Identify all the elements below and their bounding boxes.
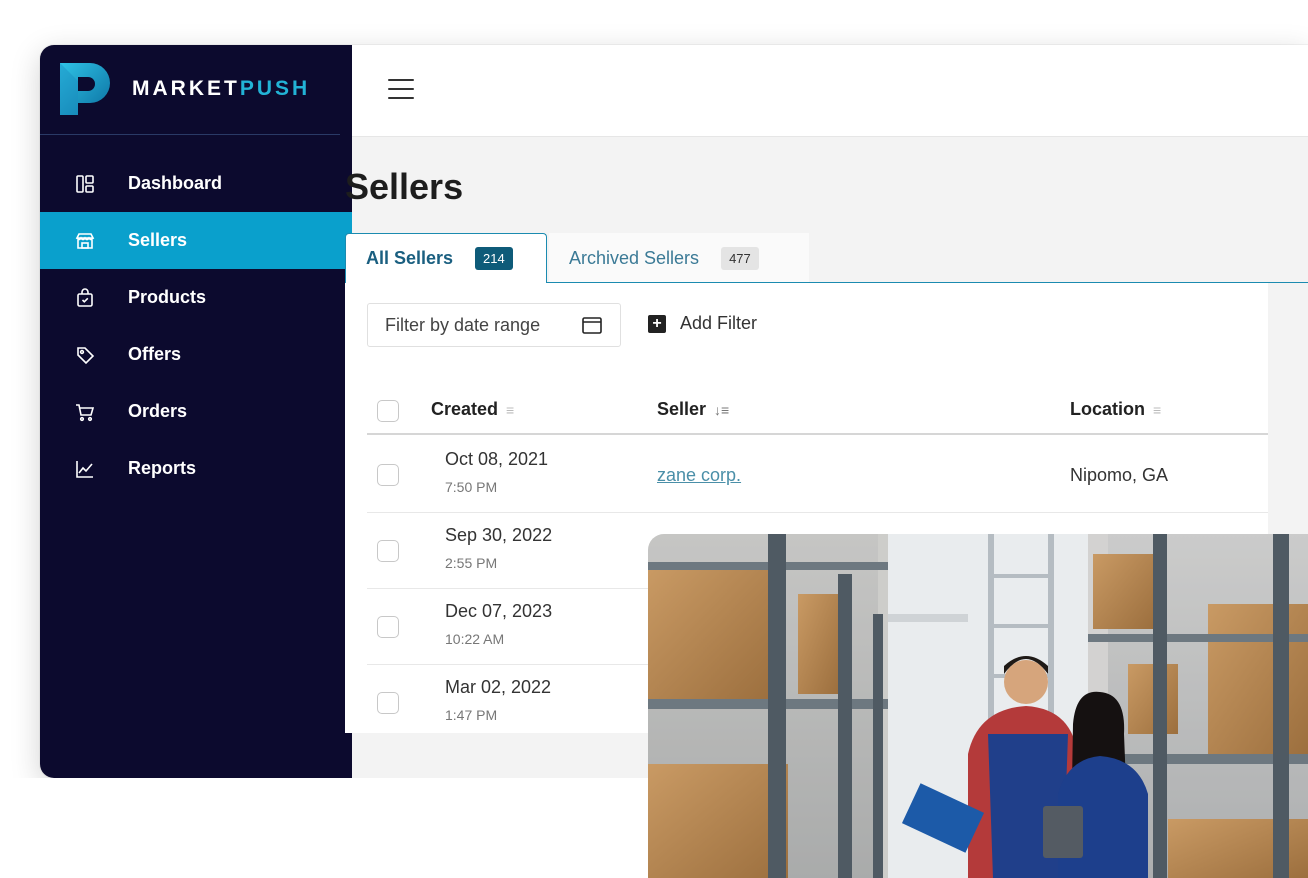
sidebar-item-label: Reports xyxy=(128,458,197,478)
created-date: Mar 02, 2022 xyxy=(445,677,552,697)
table-header: Created ≡ Seller ↓≡ Location ≡ xyxy=(367,387,1268,435)
created-date: Oct 08, 2021 xyxy=(445,449,549,469)
sort-ascending-icon: ↓≡ xyxy=(714,401,730,418)
column-header-created[interactable]: Created ≡ xyxy=(431,399,514,420)
brand-name: MARKETPUSH xyxy=(132,77,311,100)
sidebar-item-label: Offers xyxy=(128,344,182,364)
sort-icon: ≡ xyxy=(506,401,515,418)
column-header-location[interactable]: Location ≡ xyxy=(1070,399,1161,420)
table-row[interactable]: Oct 08, 2021 7:50 PM zane corp. Nipomo, … xyxy=(367,437,1268,513)
calendar-icon xyxy=(582,317,602,334)
created-date: Dec 07, 2023 xyxy=(445,601,553,621)
row-checkbox[interactable] xyxy=(377,692,399,714)
sidebar-item-orders[interactable]: Orders xyxy=(40,383,352,440)
chart-icon xyxy=(74,458,96,480)
top-bar xyxy=(352,45,1308,137)
brand-header: MARKETPUSH xyxy=(40,45,352,135)
sidebar-item-dashboard[interactable]: Dashboard xyxy=(40,155,352,212)
sidebar-item-label: Products xyxy=(128,287,207,307)
warehouse-photo xyxy=(648,534,1308,878)
sidebar-item-label: Orders xyxy=(128,401,188,421)
column-header-seller[interactable]: Seller ↓≡ xyxy=(657,399,729,420)
tab-label: Archived Sellers xyxy=(569,247,700,268)
date-range-filter[interactable]: Filter by date range xyxy=(367,303,621,347)
row-checkbox[interactable] xyxy=(377,540,399,562)
created-time: 2:55 PM xyxy=(445,555,498,571)
tab-archived-sellers[interactable]: Archived Sellers 477 xyxy=(549,233,809,283)
count-badge: 477 xyxy=(721,246,759,270)
row-checkbox[interactable] xyxy=(377,616,399,638)
row-checkbox[interactable] xyxy=(377,464,399,486)
store-icon xyxy=(74,230,96,252)
sidebar-item-products[interactable]: Products xyxy=(40,269,352,326)
sidebar-item-label: Dashboard xyxy=(128,173,223,193)
date-range-placeholder: Filter by date range xyxy=(385,314,541,335)
created-time: 1:47 PM xyxy=(445,707,498,723)
marketpush-logo-icon xyxy=(60,63,110,115)
sidebar: MARKETPUSH Dashboard Sellers Products Of… xyxy=(40,45,352,778)
sidebar-nav: Dashboard Sellers Products Offers Orders… xyxy=(40,155,352,497)
add-filter-button[interactable]: + Add Filter xyxy=(648,313,757,334)
tab-bar: Archived Sellers 477 All Sellers 214 xyxy=(345,233,1308,283)
sidebar-item-reports[interactable]: Reports xyxy=(40,440,352,497)
tab-label: All Sellers xyxy=(366,248,454,268)
add-filter-label: Add Filter xyxy=(680,313,758,333)
created-date: Sep 30, 2022 xyxy=(445,525,553,545)
page-title: Sellers xyxy=(345,166,464,207)
bag-icon xyxy=(74,287,96,309)
tag-icon xyxy=(74,344,96,366)
created-time: 7:50 PM xyxy=(445,479,498,495)
count-badge: 214 xyxy=(475,247,513,270)
created-time: 10:22 AM xyxy=(445,631,505,647)
sidebar-item-sellers[interactable]: Sellers xyxy=(40,212,352,269)
cart-icon xyxy=(74,401,96,423)
select-all-checkbox[interactable] xyxy=(377,400,399,422)
hamburger-icon[interactable] xyxy=(388,79,414,101)
plus-icon: + xyxy=(648,314,666,333)
dashboard-icon xyxy=(74,173,96,195)
sort-icon: ≡ xyxy=(1153,401,1162,418)
sidebar-item-label: Sellers xyxy=(128,230,188,250)
sidebar-item-offers[interactable]: Offers xyxy=(40,326,352,383)
seller-link[interactable]: zane corp. xyxy=(657,465,741,486)
location-text: Nipomo, GA xyxy=(1070,465,1169,485)
brand-divider xyxy=(40,134,340,135)
tab-all-sellers[interactable]: All Sellers 214 xyxy=(345,233,547,283)
